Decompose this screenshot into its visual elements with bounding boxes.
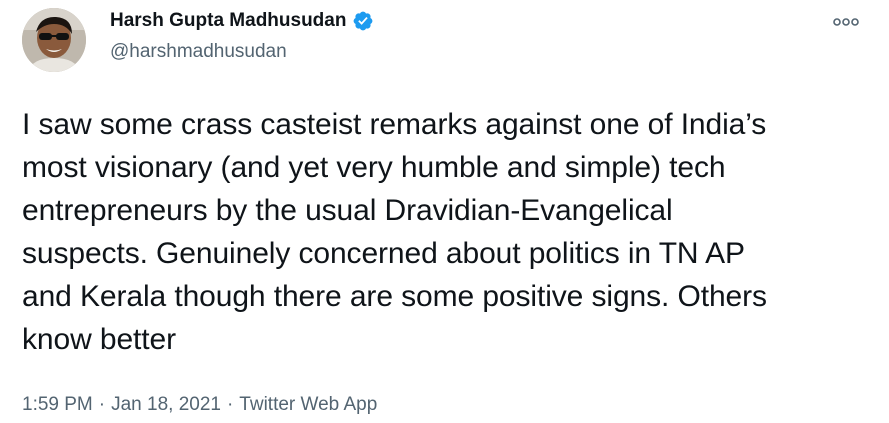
avatar[interactable] xyxy=(22,8,86,72)
author-name-row: Harsh Gupta Madhusudan xyxy=(110,10,374,32)
verified-badge-icon xyxy=(352,10,374,32)
author-display-name[interactable]: Harsh Gupta Madhusudan xyxy=(110,10,346,32)
meta-separator: · xyxy=(98,394,106,415)
meta-separator: · xyxy=(226,394,234,415)
tweet-date[interactable]: Jan 18, 2021 xyxy=(111,394,221,416)
tweet-meta: 1:59 PM · Jan 18, 2021 · Twitter Web App xyxy=(22,394,377,416)
tweet-time[interactable]: 1:59 PM xyxy=(22,394,93,416)
tweet-card: Harsh Gupta Madhusudan @harshmadhusudan … xyxy=(0,0,889,423)
avatar-image xyxy=(22,8,86,72)
tweet-text: I saw some crass casteist remarks agains… xyxy=(22,108,767,356)
more-options-icon[interactable] xyxy=(831,12,861,32)
tweet-source[interactable]: Twitter Web App xyxy=(239,394,377,416)
author-handle[interactable]: @harshmadhusudan xyxy=(110,41,287,63)
